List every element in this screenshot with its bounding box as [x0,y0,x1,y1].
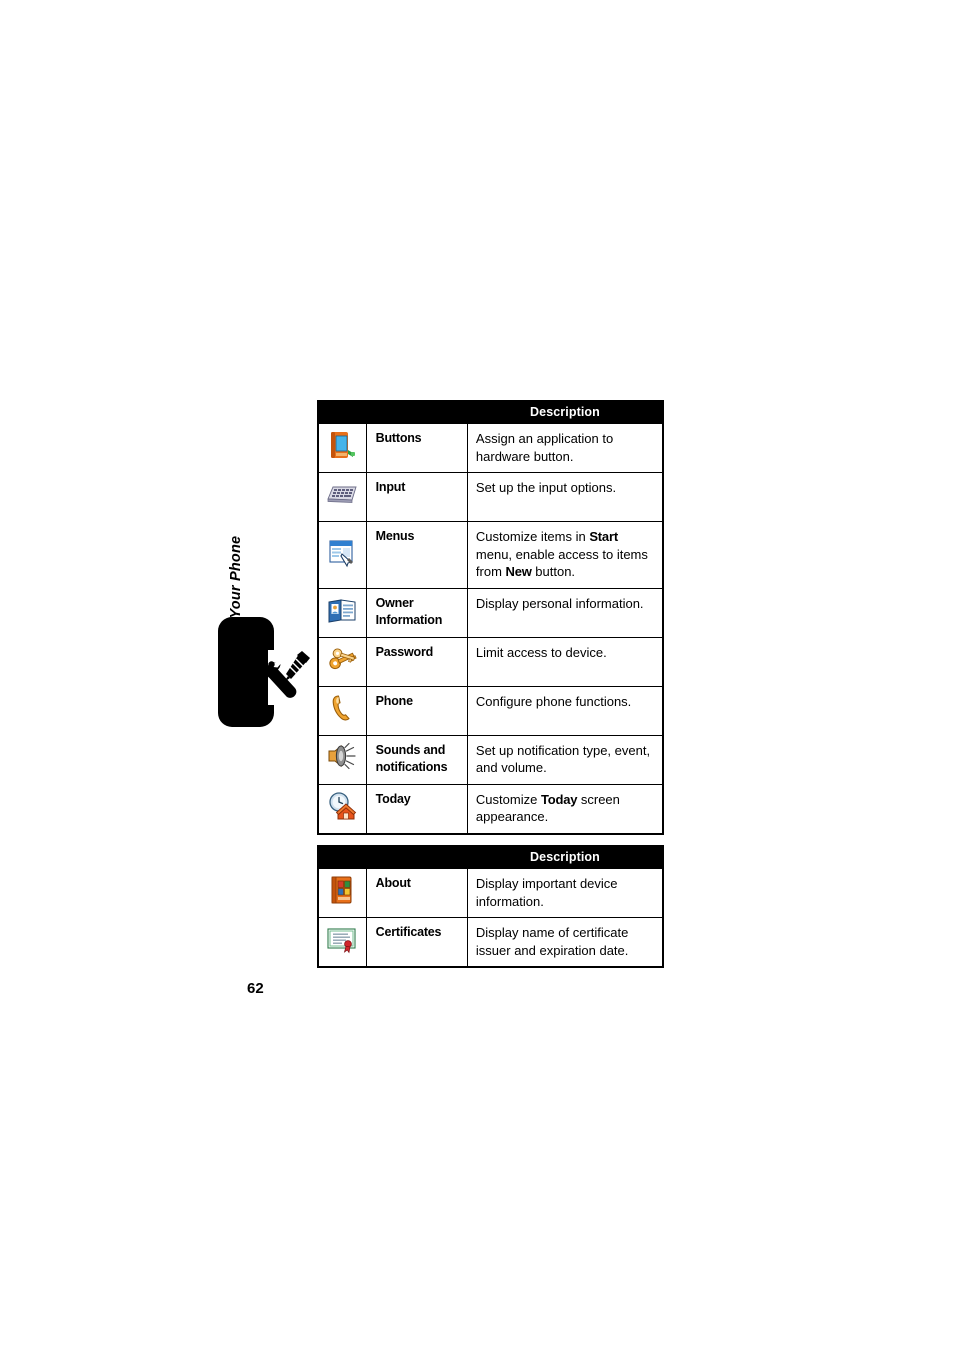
settings-item-description: Customize Today screen appearance. [466,783,664,834]
table-row: Certificates Display name of certificate … [317,917,664,968]
settings-item-name: Menus [365,521,468,589]
table-header-row: Description [317,845,664,869]
id-card-icon [325,593,359,627]
table-row: Password Limit access to device. [317,636,664,687]
settings-item-name: About [365,868,468,918]
menu-window-icon [325,535,359,569]
chapter-label-text: Setting Up Your Phone [228,535,244,697]
settings-item-icon-cell [317,587,367,638]
settings-item-description: Limit access to device. [466,636,664,687]
keys-icon [325,642,359,676]
chapter-label: Setting Up Your Phone [224,480,248,700]
system-table: Description About Display important devic… [317,845,664,968]
settings-item-description: Set up the input options. [466,472,664,522]
settings-item-name: Phone [365,685,468,736]
table-row: Today Customize Today screen appearance. [317,783,664,834]
settings-table: Description Buttons Assign an application… [317,400,664,835]
settings-item-name: Input [365,472,468,522]
page-number: 62 [247,980,264,997]
header-description-column: Description [466,400,664,424]
settings-item-icon-cell [317,521,367,589]
header-icon-column [317,400,367,424]
pda-device-icon [325,428,359,462]
settings-item-icon-cell [317,868,367,918]
table-row: About Display important device informatio… [317,868,664,918]
table-row: Phone Configure phone functions. [317,685,664,736]
header-name-column [365,400,468,424]
settings-item-description: Set up notification type, event, and vol… [466,734,664,785]
table-row: Owner Information Display personal inform… [317,587,664,638]
settings-item-name: Password [365,636,468,687]
table-header-row: Description [317,400,664,424]
about-book-icon [325,873,359,907]
wrench-screwdriver-icon [258,648,312,706]
phone-handset-icon [325,691,359,725]
settings-item-description: Display important device information. [466,868,664,918]
settings-item-icon-cell [317,472,367,522]
settings-item-name: Owner Information [365,587,468,638]
table-row: Menus Customize items in Start menu, enab… [317,521,664,589]
settings-item-icon-cell [317,783,367,834]
settings-item-name: Sounds and notifications [365,734,468,785]
speaker-icon [325,740,359,774]
settings-item-icon-cell [317,685,367,736]
settings-item-description: Assign an application to hardware button… [466,423,664,473]
settings-item-icon-cell [317,636,367,687]
clock-house-icon [325,789,359,823]
settings-item-icon-cell [317,734,367,785]
table-row: Input Set up the input options. [317,472,664,522]
settings-item-description: Display personal information. [466,587,664,638]
settings-item-description: Configure phone functions. [466,685,664,736]
settings-item-description: Display name of certificate issuer and e… [466,917,664,968]
header-icon-column [317,845,367,869]
header-description-column: Description [466,845,664,869]
settings-item-name: Today [365,783,468,834]
keyboard-icon [325,477,359,511]
settings-item-name: Buttons [365,423,468,473]
certificate-icon [325,922,359,956]
table-row: Buttons Assign an application to hardware… [317,423,664,473]
header-name-column [365,845,468,869]
table-row: Sounds and notifications Set up notificat… [317,734,664,785]
settings-item-description: Customize items in Start menu, enable ac… [466,521,664,589]
settings-item-icon-cell [317,917,367,968]
settings-item-icon-cell [317,423,367,473]
settings-item-name: Certificates [365,917,468,968]
